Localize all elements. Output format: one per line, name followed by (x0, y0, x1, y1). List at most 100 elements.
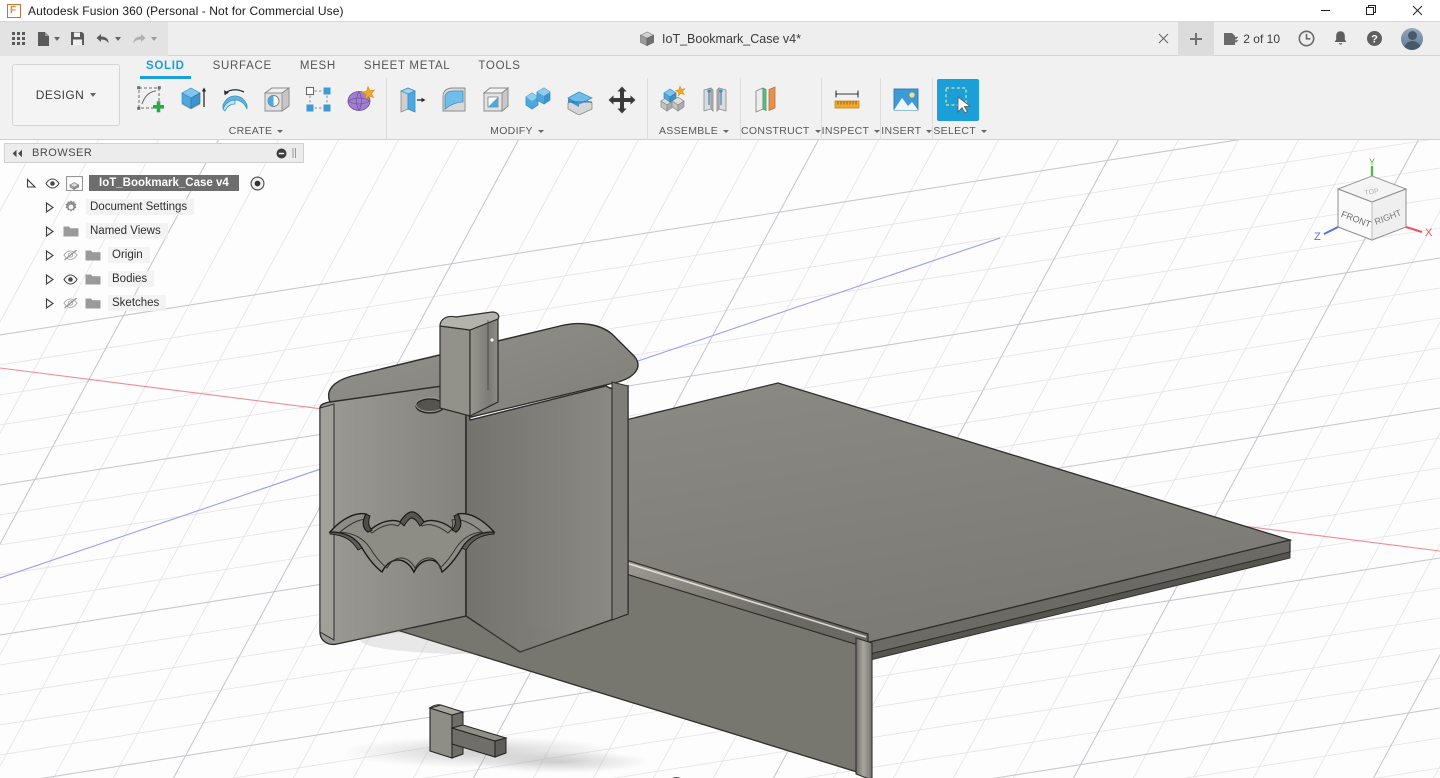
panel-insert-title[interactable]: INSERT (881, 122, 932, 140)
help-button[interactable]: ? (1357, 22, 1392, 56)
gear-icon (62, 199, 80, 215)
panel-create-title[interactable]: CREATE (126, 122, 386, 140)
panel-select: SELECT (933, 78, 987, 140)
press-pull-tool[interactable] (391, 79, 433, 121)
close-button[interactable] (1394, 0, 1440, 22)
tree-node-origin[interactable]: Origin (4, 243, 304, 267)
shell-tool[interactable] (475, 79, 517, 121)
joint-icon (700, 85, 730, 115)
panel-assemble-title[interactable]: ASSEMBLE (648, 122, 740, 140)
folder-icon (84, 296, 102, 310)
job-status-button[interactable]: 2 of 10 (1214, 22, 1289, 56)
panel-select-title[interactable]: SELECT (933, 122, 987, 140)
activate-radio-icon[interactable] (250, 176, 265, 191)
viewport-3d[interactable]: BROWSER (0, 140, 1440, 778)
restore-button[interactable] (1348, 0, 1394, 22)
browser-resize-grip[interactable] (292, 147, 297, 159)
select-tool[interactable] (937, 79, 979, 121)
tree-node-root-label: IoT_Bookmark_Case v4 (89, 175, 239, 191)
tab-mesh[interactable]: MESH (286, 56, 350, 78)
recent-activity-button[interactable] (1289, 22, 1324, 56)
extrude-tool[interactable] (172, 79, 214, 121)
ribbon-tabs: SOLID SURFACE MESH SHEET METAL TOOLS (132, 56, 535, 78)
new-file-button[interactable] (31, 26, 65, 52)
expander-collapsed-icon[interactable] (42, 296, 56, 310)
new-tab-button[interactable] (1178, 22, 1214, 56)
chevron-down-icon (151, 37, 157, 41)
visibility-toggle-bodies[interactable] (62, 274, 78, 285)
avatar-icon (1401, 28, 1423, 50)
panel-inspect-label: INSPECT (822, 125, 870, 137)
tab-sheet-metal[interactable]: SHEET METAL (350, 56, 465, 78)
chevron-down-icon (54, 37, 60, 41)
new-component-icon (658, 85, 688, 115)
notifications-button[interactable] (1324, 22, 1357, 56)
create-sketch-tool[interactable] (130, 79, 172, 121)
expander-collapsed-icon[interactable] (42, 272, 56, 286)
app-grid-button[interactable] (6, 26, 31, 52)
pattern-tool[interactable] (298, 79, 340, 121)
tree-node-bodies[interactable]: Bodies (4, 267, 304, 291)
account-avatar[interactable] (1392, 22, 1432, 56)
minimize-button[interactable] (1302, 0, 1348, 22)
document-tab[interactable]: IoT_Bookmark_Case v4* (639, 22, 801, 56)
redo-button[interactable] (126, 26, 162, 52)
insert-canvas-tool[interactable] (885, 79, 927, 121)
x-axis-label: X (1425, 227, 1433, 239)
job-status-label: 2 of 10 (1243, 32, 1280, 46)
browser-minimize-button[interactable] (276, 148, 287, 159)
component-cube-icon (66, 176, 83, 191)
undo-button[interactable] (90, 26, 126, 52)
document-tab-close-button[interactable] (1149, 22, 1178, 56)
tree-node-named-views[interactable]: Named Views (4, 219, 304, 243)
panel-insert-label: INSERT (881, 125, 921, 137)
folder-icon (84, 248, 102, 262)
visibility-toggle-sketches[interactable] (62, 297, 78, 309)
panel-modify-title[interactable]: MODIFY (387, 122, 647, 140)
fillet-tool[interactable] (433, 79, 475, 121)
visibility-toggle-root[interactable] (44, 178, 60, 189)
create-form-tool[interactable] (340, 79, 382, 121)
combine-tool[interactable] (517, 79, 559, 121)
tree-node-label: Sketches (108, 295, 166, 311)
tree-node-document-settings[interactable]: Document Settings (4, 195, 304, 219)
joint-tool[interactable] (694, 79, 736, 121)
chevron-down-icon (723, 130, 729, 133)
expander-collapsed-icon[interactable] (42, 248, 56, 262)
header-right-tools: 2 of 10 ? (1149, 22, 1440, 56)
fusion-logo-icon (7, 4, 21, 18)
document-tab-label: IoT_Bookmark_Case v4* (662, 32, 801, 46)
visibility-toggle-origin[interactable] (62, 249, 78, 261)
tab-surface[interactable]: SURFACE (199, 56, 286, 78)
save-button[interactable] (65, 26, 90, 52)
tab-solid[interactable]: SOLID (132, 56, 199, 78)
hole-tool[interactable] (256, 79, 298, 121)
view-cube[interactable]: Y TOP FRONT RIGHT X Z (1310, 158, 1436, 268)
z-axis-indicator (1324, 227, 1338, 234)
tree-node-label: Document Settings (86, 199, 194, 215)
move-copy-tool[interactable] (601, 79, 643, 121)
browser-title: BROWSER (32, 147, 92, 159)
tree-node-sketches[interactable]: Sketches (4, 291, 304, 315)
hole-icon (262, 85, 292, 115)
expander-collapsed-icon[interactable] (42, 200, 56, 214)
panel-inspect-title[interactable]: INSPECT (822, 122, 881, 140)
combine-icon (523, 85, 553, 115)
expander-expanded-icon[interactable] (24, 176, 38, 190)
new-component-tool[interactable] (652, 79, 694, 121)
split-face-tool[interactable] (559, 79, 601, 121)
revolve-tool[interactable] (214, 79, 256, 121)
title-bar: Autodesk Fusion 360 (Personal - Not for … (0, 0, 1440, 22)
panel-create-label: CREATE (229, 125, 273, 137)
measure-tool[interactable] (826, 79, 868, 121)
panel-construct-title[interactable]: CONSTRUCT (741, 122, 821, 140)
tab-tools[interactable]: TOOLS (464, 56, 534, 78)
chevron-down-icon (90, 93, 96, 97)
expander-collapsed-icon[interactable] (42, 224, 56, 238)
browser-tree: IoT_Bookmark_Case v4 (4, 163, 304, 315)
browser-collapse-button[interactable] (11, 149, 24, 158)
offset-plane-tool[interactable] (745, 79, 787, 121)
offset-plane-icon (751, 85, 781, 115)
tree-node-root[interactable]: IoT_Bookmark_Case v4 (4, 171, 304, 195)
workspace-selector[interactable]: DESIGN (12, 64, 120, 126)
